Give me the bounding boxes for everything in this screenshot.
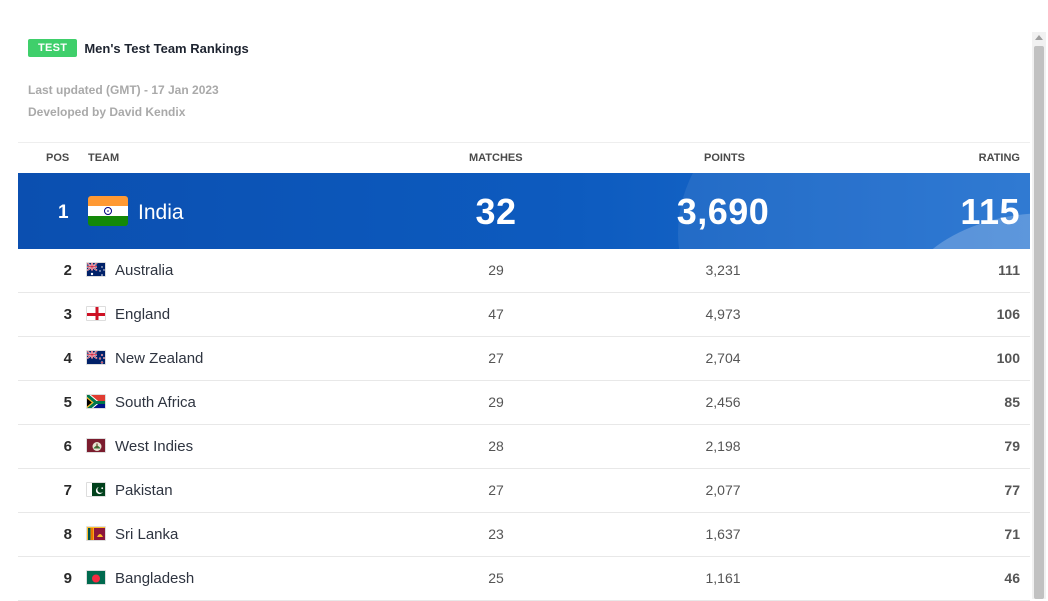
- row-team[interactable]: Australia: [115, 262, 173, 279]
- west-indies-flag-icon: [86, 438, 106, 453]
- sri-lanka-flag-icon: [86, 526, 106, 541]
- india-flag-icon: [88, 196, 128, 226]
- row-pos: 8: [63, 526, 72, 543]
- last-updated: Last updated (GMT) - 17 Jan 2023: [28, 83, 219, 97]
- row-pos: 3: [63, 306, 72, 323]
- row-matches: 27: [488, 350, 504, 366]
- row-points: 1,637: [705, 526, 741, 542]
- row-points: 2,077: [705, 482, 741, 498]
- row-pos: 7: [63, 482, 72, 499]
- row-points: 2,198: [705, 438, 741, 454]
- row-matches: 25: [488, 570, 504, 586]
- table-header: POS TEAM MATCHES POINTS RATING: [18, 142, 1030, 173]
- page-title: Men's Test Team Rankings: [84, 40, 249, 56]
- table-row[interactable]: 5 South Africa 29 2,456 85: [18, 381, 1030, 425]
- row-pos: 5: [63, 394, 72, 411]
- new-zealand-flag-icon: [86, 350, 106, 365]
- table-row[interactable]: 6 West Indies 28 2,198 79: [18, 425, 1030, 469]
- row-points: 2,704: [705, 350, 741, 366]
- table-row[interactable]: 7 Pakistan 27 2,077 77: [18, 469, 1030, 513]
- row-team[interactable]: Sri Lanka: [115, 526, 178, 543]
- top-row-points: 3,690: [676, 191, 770, 232]
- rankings-header: TEST Men's Test Team Rankings: [28, 39, 249, 57]
- column-team: TEAM: [88, 152, 120, 164]
- row-rating: 79: [1004, 438, 1020, 454]
- table-row[interactable]: 9 Bangladesh 25 1,161 46: [18, 557, 1030, 601]
- table-row[interactable]: 3 England 47 4,973 106: [18, 293, 1030, 337]
- row-matches: 29: [488, 394, 504, 410]
- australia-flag-icon: [86, 262, 106, 277]
- scrollbar-thumb[interactable]: [1034, 46, 1044, 599]
- top-row-pos: 1: [58, 202, 69, 223]
- column-pos: POS: [46, 152, 70, 164]
- row-team[interactable]: Pakistan: [115, 482, 173, 499]
- row-matches: 27: [488, 482, 504, 498]
- format-badge[interactable]: TEST: [28, 39, 78, 57]
- england-flag-icon: [86, 306, 106, 321]
- top-row-matches: 32: [475, 191, 517, 232]
- row-pos: 9: [63, 570, 72, 587]
- table-row[interactable]: 2 Australia 29 3,231 111: [18, 249, 1030, 293]
- row-team[interactable]: England: [115, 306, 170, 323]
- top-row-rating: 115: [960, 191, 1020, 232]
- row-team[interactable]: New Zealand: [115, 350, 203, 367]
- row-team[interactable]: South Africa: [115, 394, 196, 411]
- row-points: 1,161: [705, 570, 741, 586]
- row-rating: 111: [998, 262, 1020, 278]
- south-africa-flag-icon: [86, 394, 106, 409]
- developed-by: Developed by David Kendix: [28, 105, 186, 119]
- row-matches: 47: [488, 306, 504, 322]
- top-row-team[interactable]: India: [138, 201, 184, 225]
- row-points: 3,231: [705, 262, 741, 278]
- rankings-list: 2 Australia 29 3,231 111 3 England 47 4,973 106 4 N…: [18, 249, 1030, 601]
- row-rating: 71: [1004, 526, 1020, 542]
- row-points: 4,973: [705, 306, 741, 322]
- table-row[interactable]: 8 Sri Lanka 23 1,637 71: [18, 513, 1030, 557]
- rankings-table: POS TEAM MATCHES POINTS RATING 1 India 3…: [18, 142, 1030, 601]
- row-pos: 2: [63, 262, 72, 279]
- row-matches: 28: [488, 438, 504, 454]
- row-rating: 106: [996, 306, 1020, 322]
- column-matches: MATCHES: [469, 152, 523, 164]
- table-row[interactable]: 4 New Zealand 27 2,704 100: [18, 337, 1030, 381]
- row-rating: 100: [996, 350, 1020, 366]
- row-pos: 4: [63, 350, 72, 367]
- bangladesh-flag-icon: [86, 570, 106, 585]
- row-matches: 29: [488, 262, 504, 278]
- pakistan-flag-icon: [86, 482, 106, 497]
- scroll-up-icon[interactable]: [1035, 35, 1043, 40]
- row-pos: 6: [63, 438, 72, 455]
- row-matches: 23: [488, 526, 504, 542]
- row-rating: 85: [1004, 394, 1020, 410]
- row-points: 2,456: [705, 394, 741, 410]
- top-ranked-row[interactable]: 1 India 32 3,690 115: [18, 173, 1030, 249]
- row-team[interactable]: Bangladesh: [115, 570, 194, 587]
- row-team[interactable]: West Indies: [115, 438, 193, 455]
- row-rating: 46: [1004, 570, 1020, 586]
- row-rating: 77: [1004, 482, 1020, 498]
- column-points: POINTS: [704, 152, 745, 164]
- column-rating: RATING: [978, 152, 1020, 164]
